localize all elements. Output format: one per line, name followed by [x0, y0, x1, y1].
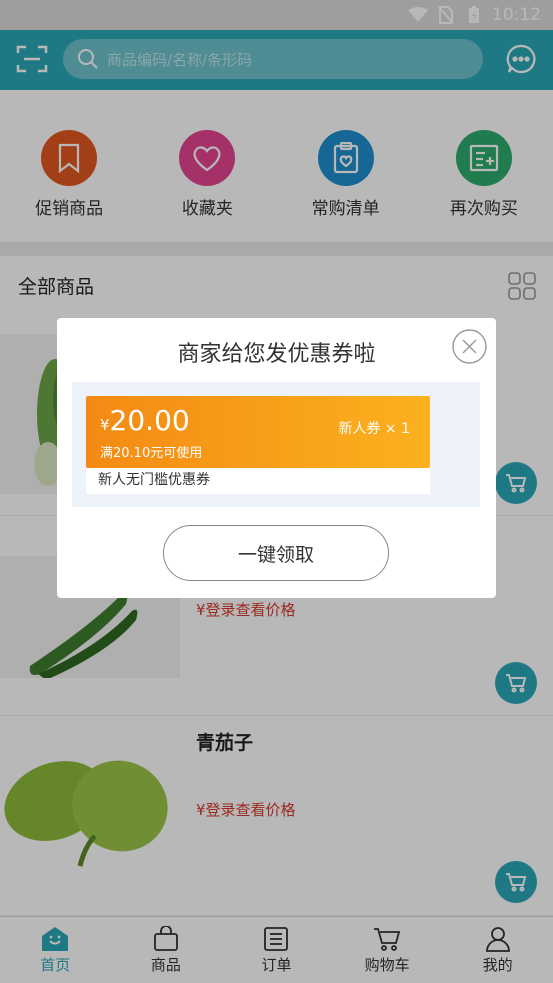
coupon-condition: 满20.10元可使用 — [100, 446, 203, 461]
coupon-type: 新人券 × 1 — [338, 421, 410, 437]
coupon-currency: ¥ — [100, 416, 110, 434]
coupon-value: 20.00 — [109, 404, 190, 437]
coupon-panel: ¥20.00 满20.10元可使用 新人券 × 1 新人无门槛优惠券 — [72, 382, 480, 507]
close-icon[interactable] — [452, 329, 487, 364]
dialog-title: 商家给您发优惠券啦 — [177, 342, 376, 367]
coupon-dialog: 商家给您发优惠券啦 ¥20.00 满20.10元可使用 新人券 × 1 新人无门… — [57, 318, 496, 598]
coupon-amount: ¥20.00 — [100, 404, 190, 437]
coupon-card: ¥20.00 满20.10元可使用 新人券 × 1 — [86, 396, 430, 468]
coupon-description: 新人无门槛优惠券 — [86, 468, 430, 494]
claim-button[interactable]: 一键领取 — [163, 525, 389, 581]
